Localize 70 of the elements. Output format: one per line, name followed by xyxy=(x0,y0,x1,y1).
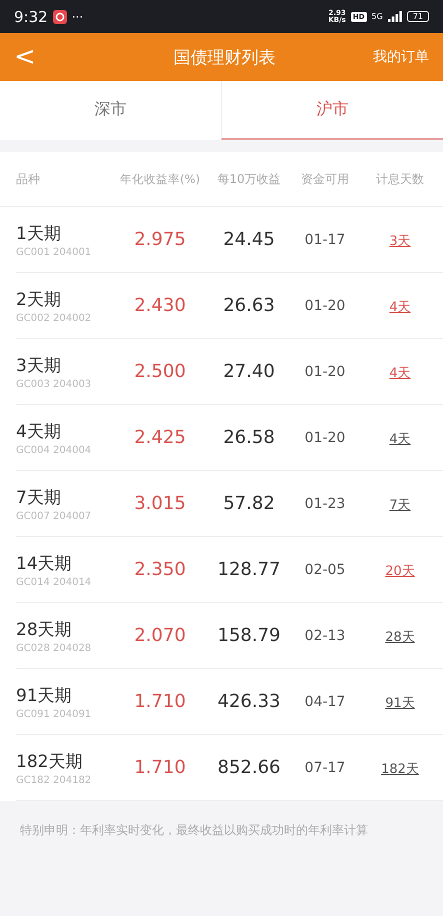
column-header: 每10万收益 xyxy=(216,170,282,188)
interest-days-link[interactable]: 3天 xyxy=(389,234,411,248)
annual-rate: 2.425 xyxy=(133,427,187,448)
battery-indicator: 71 xyxy=(406,11,429,22)
product-code: GC007 204007 xyxy=(16,510,92,522)
column-header: 品种 xyxy=(16,170,41,188)
product-code: GC091 204091 xyxy=(16,708,92,720)
income-per-100k: 27.40 xyxy=(222,361,276,382)
annual-rate: 1.710 xyxy=(133,691,187,712)
funds-available-date: 02-13 xyxy=(304,628,346,644)
funds-available-date: 01-20 xyxy=(304,298,346,314)
funds-available-date: 04-17 xyxy=(304,694,346,710)
column-header: 计息天数 xyxy=(375,170,425,188)
income-per-100k: 128.77 xyxy=(216,559,282,580)
annual-rate: 2.430 xyxy=(133,295,187,316)
income-per-100k: 26.63 xyxy=(222,295,276,316)
disclaimer-note: 特别申明：年利率实时变化，最终收益以购买成功时的年利率计算 xyxy=(20,822,369,839)
product-code: GC003 204003 xyxy=(16,378,92,390)
interest-days-link[interactable]: 7天 xyxy=(389,498,411,512)
product-code: GC004 204004 xyxy=(16,444,92,456)
product-name: 4天期 xyxy=(16,420,62,442)
column-header: 资金可用 xyxy=(300,170,350,188)
annual-rate: 2.350 xyxy=(133,559,187,580)
product-name: 2天期 xyxy=(16,288,62,310)
interest-days-link[interactable]: 91天 xyxy=(385,696,415,710)
product-code: GC001 204001 xyxy=(16,246,92,258)
page-title: 国债理财列表 xyxy=(172,46,276,68)
product-name: 182天期 xyxy=(16,750,84,772)
interest-days-link[interactable]: 20天 xyxy=(385,564,415,578)
funds-available-date: 07-17 xyxy=(304,760,346,776)
annual-rate: 2.975 xyxy=(133,229,187,250)
income-per-100k: 57.82 xyxy=(222,493,276,514)
interest-days-link[interactable]: 4天 xyxy=(389,366,411,380)
product-name: 7天期 xyxy=(16,486,62,508)
funds-available-date: 01-23 xyxy=(304,496,346,512)
annual-rate: 3.015 xyxy=(133,493,187,514)
app-notification-icon xyxy=(52,10,67,24)
annual-rate: 2.500 xyxy=(133,361,187,382)
funds-available-date: 01-17 xyxy=(304,232,346,248)
clock: 9:32 xyxy=(14,8,48,26)
income-per-100k: 426.33 xyxy=(216,691,282,712)
product-name: 1天期 xyxy=(16,222,62,244)
network-type: 5G xyxy=(372,12,383,21)
interest-days-link[interactable]: 4天 xyxy=(389,432,411,446)
back-button[interactable]: < xyxy=(14,42,36,72)
annual-rate: 2.070 xyxy=(133,625,187,646)
funds-available-date: 01-20 xyxy=(304,430,346,446)
product-code: GC028 204028 xyxy=(16,642,92,654)
product-name: 14天期 xyxy=(16,552,73,574)
signal-icon xyxy=(388,11,402,22)
more-notifications: ··· xyxy=(72,10,84,24)
product-code: GC014 204014 xyxy=(16,576,92,588)
annual-rate: 1.710 xyxy=(133,757,187,778)
funds-available-date: 02-05 xyxy=(304,562,346,578)
product-name: 91天期 xyxy=(16,684,73,706)
funds-available-date: 01-20 xyxy=(304,364,346,380)
market-tab[interactable]: 沪市 xyxy=(221,81,443,140)
income-per-100k: 852.66 xyxy=(216,757,282,778)
product-code: GC182 204182 xyxy=(16,774,92,786)
product-code: GC002 204002 xyxy=(16,312,92,324)
income-per-100k: 158.79 xyxy=(216,625,282,646)
income-per-100k: 24.45 xyxy=(222,229,276,250)
interest-days-link[interactable]: 28天 xyxy=(385,630,415,644)
column-header: 年化收益率(%) xyxy=(119,172,201,186)
income-per-100k: 26.58 xyxy=(222,427,276,448)
my-orders-link[interactable]: 我的订单 xyxy=(373,48,429,66)
product-name: 28天期 xyxy=(16,618,73,640)
product-name: 3天期 xyxy=(16,354,62,376)
interest-days-link[interactable]: 4天 xyxy=(389,300,411,314)
interest-days-link[interactable]: 182天 xyxy=(381,762,419,776)
